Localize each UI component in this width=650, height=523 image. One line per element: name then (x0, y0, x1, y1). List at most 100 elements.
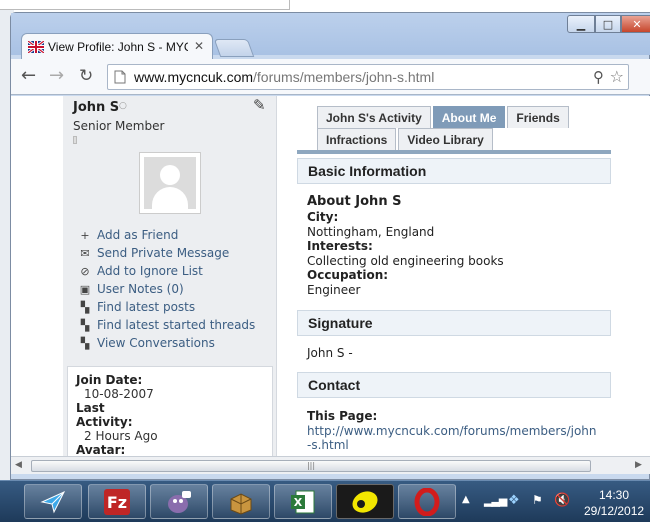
tab-close-icon[interactable]: ✕ (194, 39, 204, 53)
scroll-right-icon[interactable]: ▶ (635, 460, 642, 470)
action-label: Send Private Message (97, 246, 230, 260)
bookmark-star-icon[interactable]: ☆ (610, 67, 624, 86)
maximize-icon: □ (602, 17, 614, 31)
address-bar[interactable]: www.mycncuk.com/forums/members/john-s.ht… (107, 64, 629, 90)
member-info-box: Join Date: 10-08-2007 Last Activity: 2 H… (67, 366, 273, 456)
taskbar-excel[interactable]: X (274, 484, 332, 519)
maximize-button[interactable]: □ (595, 15, 621, 33)
action-label: Add as Friend (97, 228, 179, 242)
signature-text: John S - (307, 346, 353, 360)
avatar (139, 152, 201, 214)
close-window-button[interactable]: ✕ (621, 15, 650, 33)
taskbar-opera[interactable] (398, 484, 456, 519)
action-label: Add to Ignore List (97, 264, 203, 278)
action-label: Find latest posts (97, 300, 196, 314)
action-center-flag-icon[interactable]: ⚑ (532, 493, 543, 507)
svg-text:X: X (294, 496, 303, 509)
notes-icon: ▣ (79, 282, 91, 296)
profile-sidebar: John S ○ ✎ Senior Member + Add as Friend … (63, 96, 277, 456)
tab-friends[interactable]: Friends (507, 106, 569, 128)
latest-posts-link[interactable]: ▚ Find latest posts (77, 298, 277, 316)
action-label: View Conversations (97, 336, 215, 350)
latest-threads-link[interactable]: ▚ Find latest started threads (77, 316, 277, 334)
occupation-label: Occupation: (307, 268, 389, 282)
profile-username: John S (73, 100, 120, 115)
basic-information-heading: Basic Information (297, 158, 611, 184)
envelope-icon: ✉ (80, 246, 90, 260)
scrollbar-thumb[interactable]: ||| (31, 460, 591, 472)
profile-main: John S's Activity About Me Friends Infra… (279, 96, 650, 456)
horizontal-scrollbar[interactable]: ◀ ||| ▶ (11, 456, 650, 474)
new-tab-button[interactable] (213, 39, 255, 57)
conversations-icon: ▚ (80, 336, 90, 350)
tab-divider (297, 150, 611, 154)
ignore-list-link[interactable]: ⊘ Add to Ignore List (77, 262, 277, 280)
posts-icon: ▚ (80, 300, 90, 314)
taskbar-package-app[interactable] (212, 484, 270, 519)
tab-title: View Profile: John S - MYC (48, 39, 188, 54)
minimize-icon: ▁ (576, 17, 586, 31)
tab-infractions[interactable]: Infractions (317, 128, 397, 150)
clock-date[interactable]: 29/12/2012 (584, 504, 644, 518)
clock-time[interactable]: 14:30 (584, 488, 644, 502)
action-label: User Notes (0) (97, 282, 184, 296)
system-tray: ▲ ▂▃▅ ❖ ⚑ 🔇 14:30 29/12/2012 (456, 481, 650, 523)
reputation-bar (73, 136, 77, 144)
tab-strip: ▁ □ ✕ View Profile: John S - MYC ✕ (11, 13, 650, 59)
this-page-link[interactable]: http://www.mycncuk.com/forums/members/jo… (307, 424, 597, 452)
volume-muted-icon[interactable]: 🔇 (554, 493, 570, 508)
mail-app-icon (40, 490, 66, 513)
minimize-button[interactable]: ▁ (567, 15, 595, 33)
uk-flag-icon (28, 40, 44, 53)
dropbox-icon[interactable]: ❖ (508, 493, 520, 508)
reload-icon[interactable]: ↻ (79, 67, 93, 85)
profile-actions-list: + Add as Friend ✉ Send Private Message ⊘ Ad… (77, 226, 277, 352)
signature-heading: Signature (297, 310, 611, 336)
tab-activity[interactable]: John S's Activity (317, 106, 431, 128)
contact-heading: Contact (297, 372, 611, 398)
tab-video-library[interactable]: Video Library (398, 128, 493, 150)
this-page-label: This Page: (307, 409, 378, 423)
page-content: John S ○ ✎ Senior Member + Add as Friend … (11, 96, 650, 456)
profile-tabs-row1: John S's Activity About Me Friends (317, 106, 571, 128)
excel-icon: X (291, 490, 315, 513)
last-activity-value: 2 Hours Ago (84, 429, 158, 443)
taskbar-mail-app[interactable] (24, 484, 82, 519)
user-rank-title: Senior Member (73, 119, 165, 133)
url-path: /forums/members/john-s.html (253, 69, 435, 85)
edit-pencil-icon[interactable]: ✎ (253, 96, 266, 114)
last-activity-label-2: Activity: (76, 415, 133, 429)
join-date-value: 10-08-2007 (84, 387, 154, 401)
browser-window: ▁ □ ✕ View Profile: John S - MYC ✕ ← → ↻ (10, 12, 650, 480)
last-activity-label-1: Last (76, 401, 105, 415)
show-hidden-icons-icon[interactable]: ▲ (462, 494, 470, 505)
browser-tab-active[interactable]: View Profile: John S - MYC ✕ (21, 33, 213, 59)
taskbar-filezilla[interactable]: Fz (88, 484, 146, 519)
taskbar: Fz X ▲ ▂▃▅ ❖ ⚑ 🔇 14:30 29/12/2012 (0, 480, 650, 522)
about-heading: About John S (307, 194, 402, 209)
close-icon: ✕ (632, 17, 642, 31)
taskbar-pidgin[interactable] (150, 484, 208, 519)
add-friend-link[interactable]: + Add as Friend (77, 226, 277, 244)
page-icon (114, 70, 126, 84)
threads-icon: ▚ (80, 318, 90, 332)
avatar-label: Avatar: (76, 443, 126, 456)
tab-about-me[interactable]: About Me (432, 106, 506, 128)
default-avatar-icon (144, 157, 196, 209)
interests-value: Collecting old engineering books (307, 253, 504, 268)
url-host: www.mycncuk.com (134, 69, 254, 85)
view-conversations-link[interactable]: ▚ View Conversations (77, 334, 277, 352)
zoom-icon[interactable]: ⚲ (593, 68, 604, 86)
back-arrow-icon[interactable]: ← (21, 67, 36, 85)
user-notes-link[interactable]: ▣ User Notes (0) (77, 280, 277, 298)
network-signal-icon[interactable]: ▂▃▅ (484, 494, 507, 507)
browser-toolbar: ← → ↻ www.mycncuk.com/forums/members/joh… (11, 59, 650, 95)
scroll-left-icon[interactable]: ◀ (15, 460, 22, 470)
page-gutter (11, 96, 63, 456)
taskbar-pdf-reader[interactable] (336, 484, 394, 519)
city-label: City: (307, 210, 339, 224)
pidgin-icon (168, 490, 191, 513)
forward-arrow-icon[interactable]: → (49, 67, 64, 85)
pdf-reader-icon (352, 490, 378, 513)
send-private-message-link[interactable]: ✉ Send Private Message (77, 244, 277, 262)
